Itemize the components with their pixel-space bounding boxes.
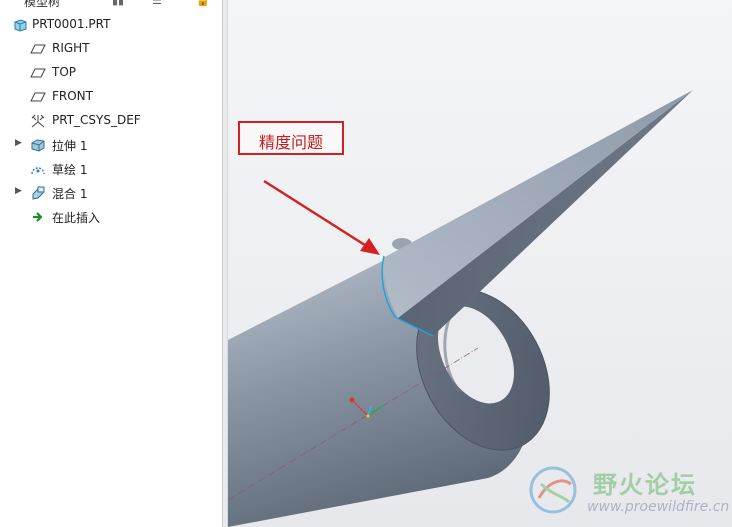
annotation-text: 精度问题 <box>258 133 323 152</box>
cone-top-face <box>383 90 693 318</box>
tree-item-label: 混合 1 <box>52 187 88 201</box>
tree-item-label: PRT0001.PRT <box>32 17 111 31</box>
model-tree-title: 模型树 <box>24 0 61 8</box>
tree-settings-icon[interactable]: ☰ <box>152 0 162 7</box>
model-tree-panel: 模型树 ▮▮ ☰ 🔒 PRT0001.PRT RIGHT TOP FRONT P… <box>0 0 222 527</box>
tree-item-label: RIGHT <box>52 41 90 55</box>
graphics-viewport[interactable]: 精度问题 野火论坛 www.proewildfire.cn <box>228 0 732 527</box>
cone-side-face <box>398 90 693 336</box>
insert-here-icon <box>30 209 46 225</box>
tree-item-part[interactable]: PRT0001.PRT <box>0 14 222 36</box>
tree-item-right[interactable]: RIGHT <box>0 38 222 60</box>
model-3d-view <box>228 90 693 527</box>
watermark-url: www.proewildfire.cn <box>587 499 730 515</box>
watermark-logo-icon <box>529 466 577 514</box>
tree-item-label: 草绘 1 <box>52 163 88 177</box>
tree-item-front[interactable]: FRONT <box>0 86 222 108</box>
tree-item-insert-here[interactable]: 在此插入 <box>0 206 222 228</box>
tree-item-label: 拉伸 1 <box>52 139 88 153</box>
tree-item-label: PRT_CSYS_DEF <box>52 113 141 127</box>
part-icon <box>12 17 28 33</box>
blend-icon <box>30 185 46 201</box>
tree-item-csys[interactable]: PRT_CSYS_DEF <box>0 110 222 132</box>
model-tree-header: 模型树 ▮▮ ☰ 🔒 <box>0 0 222 8</box>
tree-show-icon[interactable]: 🔒 <box>196 0 210 7</box>
tree-item-label: 在此插入 <box>52 211 101 225</box>
tree-item-label: TOP <box>52 65 77 79</box>
tree-item-sketch[interactable]: 草绘 1 <box>0 158 222 180</box>
expand-arrow-icon[interactable]: ▶ <box>15 186 25 200</box>
extrude-icon <box>30 137 46 153</box>
sketch-icon <box>30 161 46 177</box>
coordinate-system-icon <box>30 113 46 129</box>
tree-item-top[interactable]: TOP <box>0 62 222 84</box>
tree-item-extrude[interactable]: ▶ 拉伸 1 <box>0 134 222 156</box>
tree-item-blend[interactable]: ▶ 混合 1 <box>0 182 222 204</box>
tree-filter-icon[interactable]: ▮▮ <box>112 0 124 7</box>
datum-plane-icon <box>30 65 46 81</box>
annotation-arrow <box>263 179 369 249</box>
datum-plane-icon <box>30 41 46 57</box>
annotation-callout: 精度问题 <box>238 121 344 155</box>
tree-item-label: FRONT <box>52 89 93 103</box>
watermark: 野火论坛 www.proewildfire.cn <box>521 458 730 522</box>
watermark-title: 野火论坛 <box>593 471 697 499</box>
expand-arrow-icon[interactable]: ▶ <box>15 138 25 152</box>
datum-plane-icon <box>30 89 46 105</box>
